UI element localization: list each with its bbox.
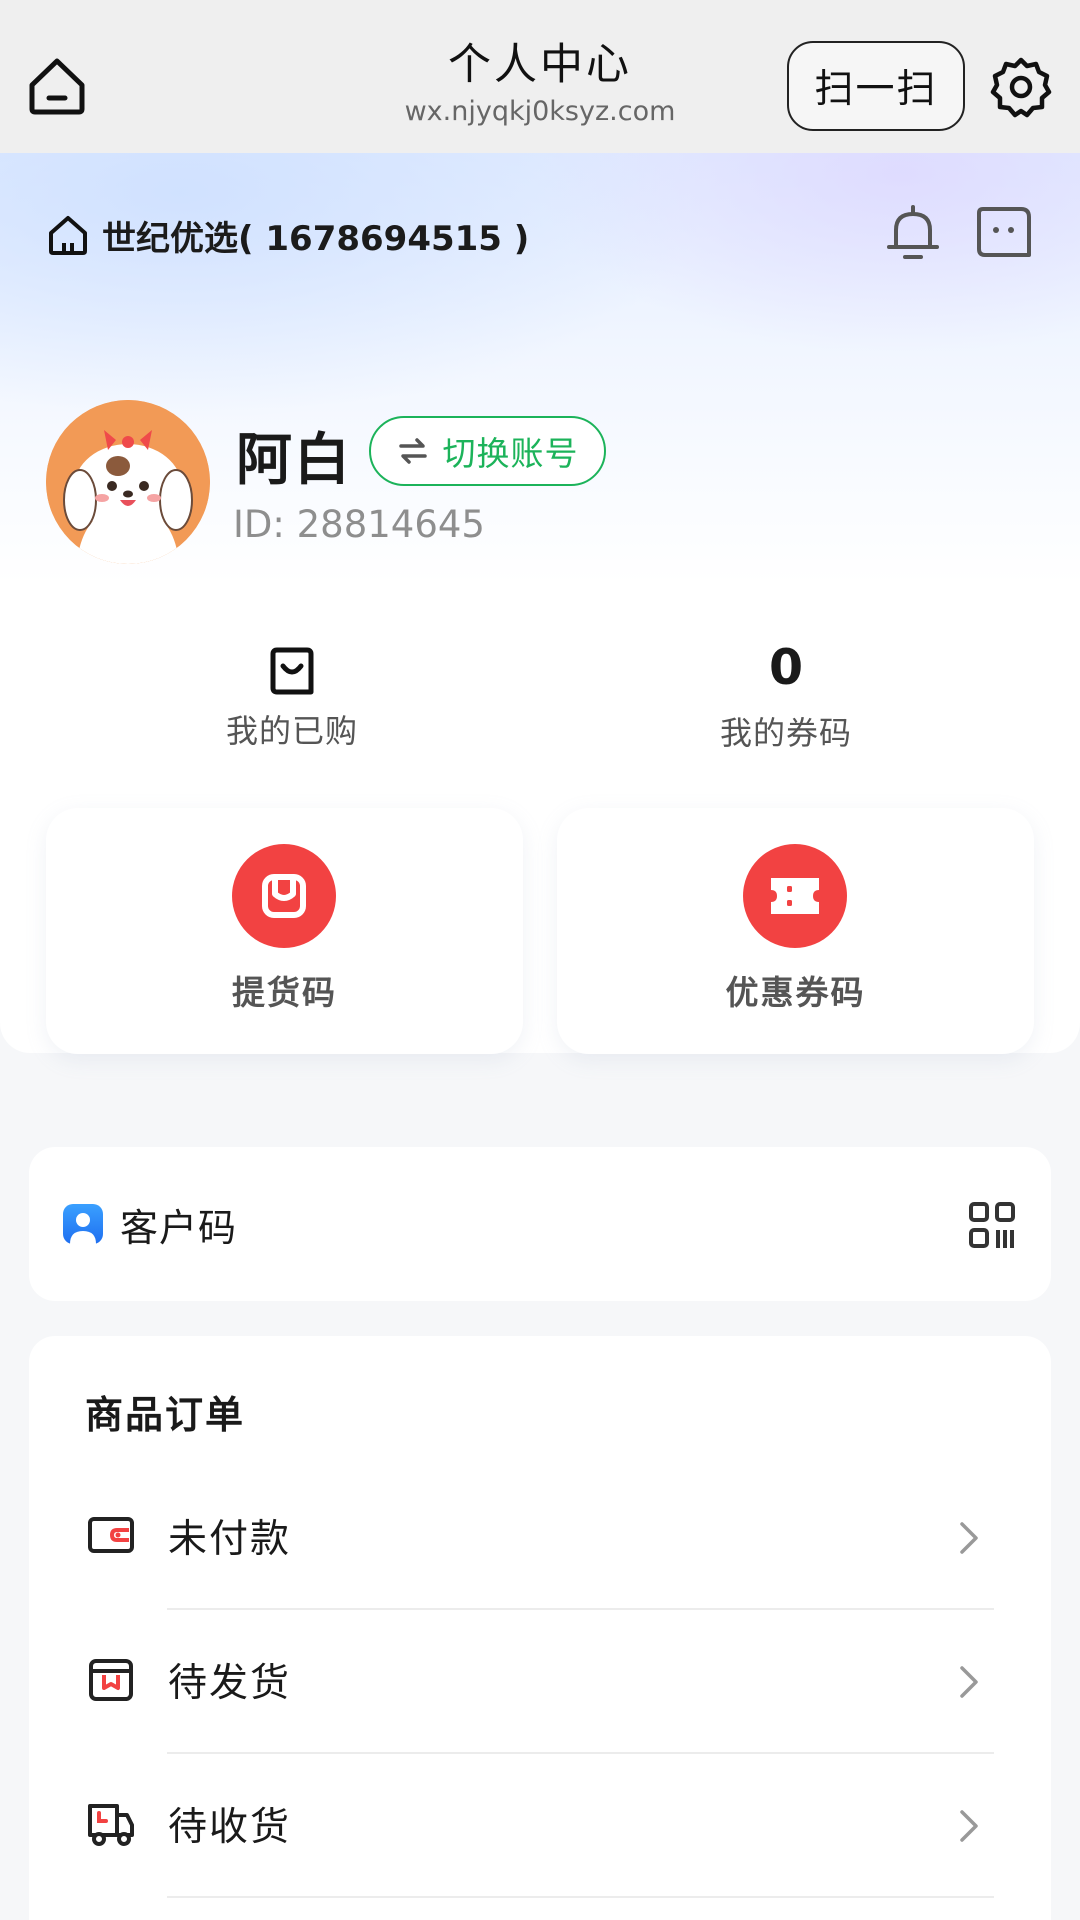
row-divider	[167, 1896, 994, 1898]
bell-icon[interactable]	[884, 203, 942, 265]
chevron-right-icon	[960, 1522, 978, 1554]
message-icon[interactable]	[975, 205, 1033, 259]
product-orders-section: 商品订单 未付款 待发货 待收货	[29, 1336, 1051, 1920]
coupon-code-label: 优惠券码	[725, 973, 866, 1012]
switch-account-button[interactable]: 切换账号	[369, 416, 606, 486]
package-icon	[89, 1659, 133, 1701]
avatar[interactable]	[46, 400, 210, 564]
user-name: 阿白	[236, 428, 352, 493]
ticket-icon	[743, 844, 847, 948]
scan-button[interactable]: 扫一扫	[787, 41, 965, 131]
order-to-ship-label: 待发货	[168, 1661, 292, 1706]
swap-arrows-icon	[398, 438, 427, 464]
home-icon[interactable]	[26, 55, 88, 117]
pickup-code-card[interactable]: 提货码	[46, 808, 523, 1054]
user-id: ID: 28814645	[233, 503, 485, 546]
customer-code-row[interactable]: 客户码	[29, 1147, 1051, 1301]
chevron-right-icon	[960, 1666, 978, 1698]
order-to-ship-row[interactable]: 待发货	[29, 1610, 1051, 1754]
coupon-code-card[interactable]: 优惠券码	[557, 808, 1034, 1054]
order-unpaid-row[interactable]: 未付款	[29, 1466, 1051, 1610]
pickup-code-icon	[232, 844, 336, 948]
my-coupon-label: 我的券码	[719, 714, 852, 752]
order-unpaid-label: 未付款	[168, 1517, 292, 1562]
shopping-bag-icon	[270, 647, 314, 695]
gear-icon[interactable]	[990, 56, 1052, 118]
customer-code-label: 客户码	[120, 1206, 238, 1250]
top-nav-bar: 个人中心 wx.njyqkj0ksyz.com 扫一扫	[0, 0, 1080, 153]
pickup-code-label: 提货码	[232, 973, 337, 1012]
truck-icon	[88, 1804, 134, 1846]
my-purchased-label: 我的已购	[225, 712, 358, 750]
my-purchased-stat[interactable]: 我的已购	[142, 638, 442, 752]
wallet-icon	[88, 1517, 134, 1553]
my-coupon-stat[interactable]: 0 我的券码	[636, 638, 936, 754]
coupon-count: 0	[768, 639, 804, 696]
user-badge-icon	[63, 1204, 103, 1244]
shop-name: 世纪优选( 1678694515 )	[102, 218, 530, 259]
qr-code-icon[interactable]	[968, 1201, 1016, 1251]
orders-section-title: 商品订单	[85, 1393, 246, 1437]
store-home-icon	[49, 216, 87, 255]
chevron-right-icon	[960, 1810, 978, 1842]
switch-account-label: 切换账号	[442, 434, 579, 473]
order-to-receive-label: 待收货	[168, 1805, 292, 1850]
order-to-receive-row[interactable]: 待收货	[29, 1754, 1051, 1898]
avatar-puppy-image	[46, 400, 210, 564]
shop-selector[interactable]: 世纪优选( 1678694515 )	[46, 210, 529, 260]
